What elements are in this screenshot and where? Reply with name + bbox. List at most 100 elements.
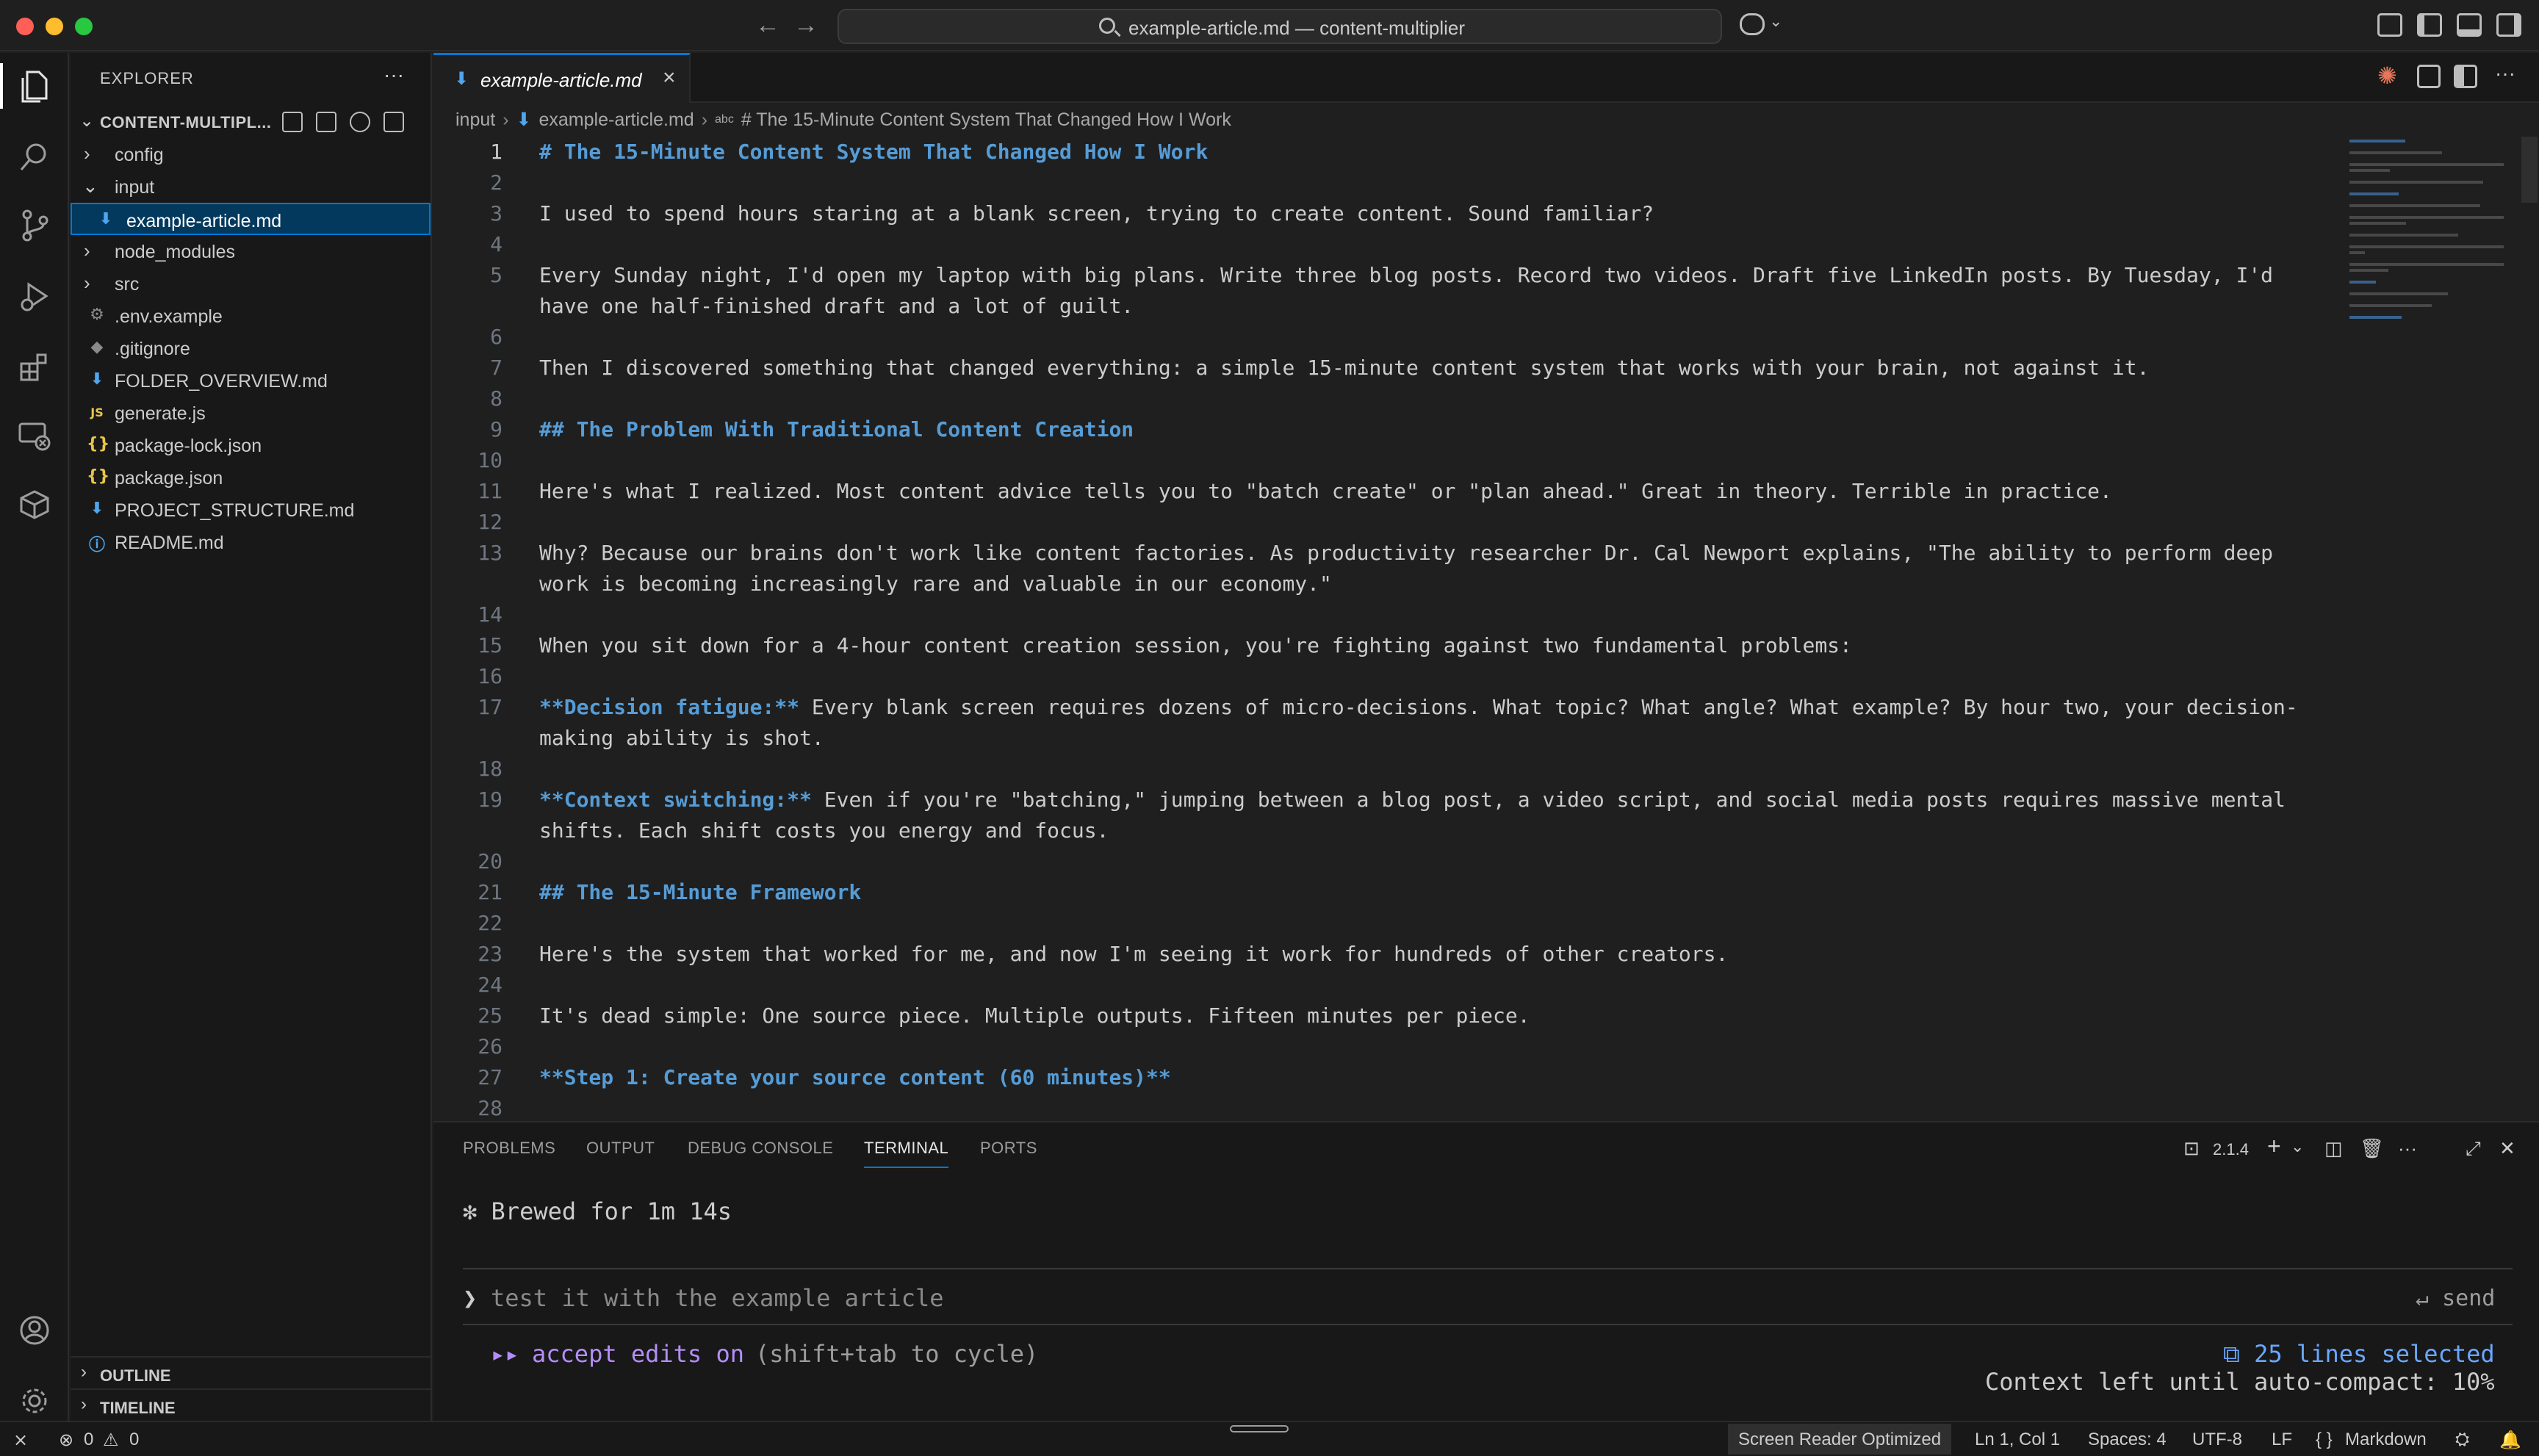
forward-arrow-icon[interactable]: → [793,10,818,40]
copilot-status-icon[interactable]: ⛭ [2455,1430,2469,1450]
remote-explorer-icon[interactable] [18,419,51,453]
code-line[interactable]: 22 [433,908,2344,939]
breadcrumb-symbol[interactable]: # The 15-Minute Content System That Chan… [741,109,1231,131]
code-line[interactable]: 24 [433,970,2344,1001]
close-panel-icon[interactable]: ✕ [2499,1137,2515,1160]
code-line[interactable]: 18 [433,754,2344,785]
breadcrumb-file[interactable]: example-article.md [539,109,694,131]
explorer-icon[interactable] [0,63,51,109]
code-line[interactable]: 7 Then I discovered something that change… [433,353,2344,383]
code-editor[interactable]: 1 # The 15-Minute Content System That Cha… [433,137,2344,1120]
collapse-all-icon[interactable] [383,112,404,132]
code-line[interactable]: 1 # The 15-Minute Content System That Cha… [433,137,2344,167]
tree-file-example-article[interactable]: ⬇ example-article.md [71,203,431,235]
minimap[interactable] [2344,137,2520,548]
tab-ports[interactable]: PORTS [980,1139,1037,1158]
code-line[interactable]: 8 [433,383,2344,414]
cursor-position[interactable]: Ln 1, Col 1 [1975,1430,2060,1450]
trash-icon[interactable]: 🗑 [2360,1137,2384,1160]
code-line[interactable]: 4 [433,229,2344,260]
split-terminal-icon[interactable]: ◫ [2324,1137,2343,1160]
code-line[interactable]: 14 [433,599,2344,630]
code-line[interactable]: 5 Every Sunday night, I'd open my laptop … [433,260,2344,322]
tree-file-gitignore[interactable]: ◆ .gitignore [71,332,431,364]
code-line[interactable]: 6 [433,322,2344,353]
refresh-icon[interactable] [350,112,370,132]
new-file-icon[interactable] [282,112,303,132]
remote-indicator-icon[interactable]: ⨯ [13,1430,28,1451]
claude-icon[interactable]: ✺ [2377,62,2397,90]
toggle-primary-sidebar-icon[interactable] [2417,13,2442,37]
code-line[interactable]: 13 Why? Because our brains don't work lik… [433,538,2344,599]
toggle-panel-icon[interactable] [2457,13,2482,37]
code-line[interactable]: 17 **Decision fatigue:** Every blank scre… [433,692,2344,754]
error-count[interactable]: 0 [84,1430,93,1450]
encoding[interactable]: UTF-8 [2192,1430,2242,1450]
more-actions-icon[interactable]: ··· [383,63,404,87]
window-close-button[interactable] [16,18,34,35]
account-icon[interactable] [18,1313,51,1347]
panel-resize-handle[interactable] [1230,1425,1289,1432]
code-line[interactable]: 9 ## The Problem With Traditional Content… [433,414,2344,445]
code-line[interactable]: 19 **Context switching:** Even if you're … [433,785,2344,846]
screen-reader-mode[interactable]: Screen Reader Optimized [1728,1424,1952,1455]
tab-terminal[interactable]: TERMINAL [864,1139,949,1168]
tab-debug-console[interactable]: DEBUG CONSOLE [688,1139,833,1158]
tree-folder-node-modules[interactable]: › node_modules [71,235,431,267]
send-button[interactable]: ↵ send [2416,1286,2495,1311]
chevron-down-icon[interactable]: ⌄ [2291,1137,2304,1156]
new-folder-icon[interactable] [316,112,336,132]
more-icon[interactable]: ··· [2398,1137,2417,1160]
tree-file-folder-overview[interactable]: ⬇ FOLDER_OVERVIEW.md [71,364,431,397]
code-line[interactable]: 21 ## The 15-Minute Framework [433,877,2344,908]
tab-problems[interactable]: PROBLEMS [463,1139,555,1158]
tab-example-article[interactable]: ⬇ example-article.md × [433,53,691,103]
customize-layout-icon[interactable] [2377,13,2402,37]
indentation[interactable]: Spaces: 4 [2088,1430,2167,1450]
tab-output[interactable]: OUTPUT [586,1139,655,1158]
tree-file-package-json[interactable]: {} package.json [71,461,431,494]
code-line[interactable]: 26 [433,1031,2344,1062]
back-arrow-icon[interactable]: ← [755,10,780,40]
open-preview-icon[interactable] [2417,65,2441,88]
toggle-secondary-sidebar-icon[interactable] [2496,13,2521,37]
tree-file-project-structure[interactable]: ⬇ PROJECT_STRUCTURE.md [71,494,431,526]
code-line[interactable]: 23 Here's the system that worked for me, … [433,939,2344,970]
breadcrumb-folder[interactable]: input [455,109,495,131]
command-center-search[interactable]: example-article.md — content-multiplier [838,9,1722,44]
editor-more-icon[interactable]: ··· [2495,62,2515,85]
extensions-icon[interactable] [18,350,51,383]
warning-count[interactable]: 0 [129,1430,139,1450]
source-control-icon[interactable] [18,209,51,242]
tree-folder-config[interactable]: › config [71,138,431,170]
scrollbar[interactable] [2521,137,2538,203]
warning-icon[interactable]: ⚠ [103,1430,119,1451]
chevron-down-icon[interactable]: ⌄ [1769,12,1782,31]
language-mode[interactable]: Markdown [2345,1430,2427,1450]
error-icon[interactable]: ⊗ [59,1430,73,1451]
tree-file-package-lock[interactable]: {} package-lock.json [71,429,431,461]
tree-file-generate-js[interactable]: JS generate.js [71,397,431,429]
code-line[interactable]: 12 [433,507,2344,538]
close-icon[interactable]: × [663,65,676,90]
code-line[interactable]: 16 [433,661,2344,692]
code-line[interactable]: 3 I used to spend hours staring at a blan… [433,198,2344,229]
window-maximize-button[interactable] [75,18,93,35]
tree-folder-input[interactable]: ⌄ input [71,170,431,203]
copilot-icon[interactable] [1740,13,1765,35]
window-minimize-button[interactable] [46,18,63,35]
containers-icon[interactable] [18,488,51,522]
code-line[interactable]: 27 **Step 1: Create your source content (… [433,1062,2344,1093]
code-line[interactable]: 15 When you sit down for a 4-hour content… [433,630,2344,661]
workspace-root[interactable]: ⌄ CONTENT-MULTIPL... [71,106,431,138]
manage-gear-icon[interactable] [18,1384,51,1418]
code-line[interactable]: 20 [433,846,2344,877]
search-icon[interactable] [18,140,51,173]
code-line[interactable]: 10 [433,445,2344,476]
tree-file-readme[interactable]: ⓘ README.md [71,526,431,558]
timeline-section[interactable]: › TIMELINE [71,1388,431,1421]
new-terminal-icon[interactable]: + [2267,1133,2281,1160]
tree-file-env-example[interactable]: ⚙ .env.example [71,300,431,332]
code-line[interactable]: 28 [433,1093,2344,1120]
outline-section[interactable]: › OUTLINE [71,1356,431,1388]
